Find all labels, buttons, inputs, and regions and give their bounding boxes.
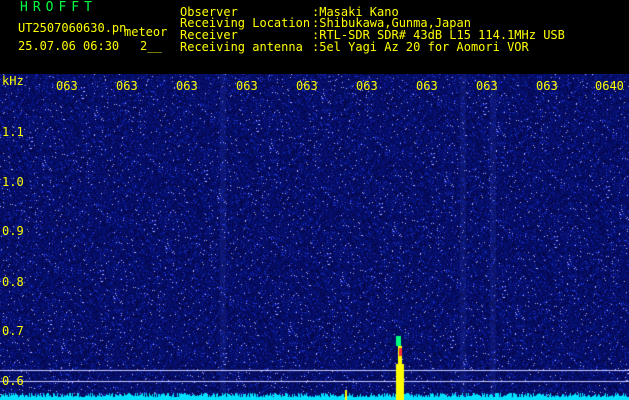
x-tick-label: 0640: [595, 79, 624, 93]
x-tick-label: 063: [476, 79, 498, 93]
x-tick-label: 063: [356, 79, 378, 93]
file-name: UT2507060630.pn: [18, 21, 127, 35]
waterfall-spectrogram: [0, 74, 629, 400]
antenna-label: Receiving antenna: [180, 40, 303, 54]
x-tick-label: 063: [176, 79, 198, 93]
x-tick-label: 063: [536, 79, 558, 93]
y-label: 0.8: [2, 275, 24, 289]
hrofft-screen: HROFFT UT2507060630.pn meteor 25.07.06 0…: [0, 0, 629, 400]
y-label: 1.1: [2, 125, 24, 139]
y-axis-unit: kHz: [2, 74, 24, 88]
y-label: 0.9: [2, 224, 24, 238]
antenna-value: :5el Yagi Az 20 for Aomori VOR: [312, 40, 529, 54]
x-tick-label: 063: [296, 79, 318, 93]
y-label: 1.0: [2, 175, 24, 189]
observation-datetime: 25.07.06 06:30: [18, 39, 120, 53]
x-tick-label: 063: [56, 79, 78, 93]
echo-count: 2__: [140, 39, 162, 53]
file-type-label: meteor: [124, 25, 168, 39]
x-tick-label: 063: [416, 79, 438, 93]
y-label: 0.6: [2, 374, 24, 388]
app-logo: HROFFT: [20, 0, 97, 15]
x-tick-label: 063: [116, 79, 138, 93]
y-label: 0.7: [2, 324, 24, 338]
x-tick-label: 063: [236, 79, 258, 93]
